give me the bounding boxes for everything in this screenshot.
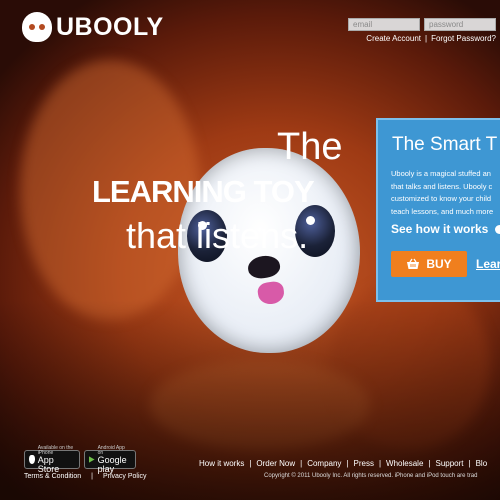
nav-separator: |	[346, 459, 349, 468]
tagline-line-3: that listens.	[126, 215, 309, 256]
play-store-icon	[89, 456, 95, 463]
apple-icon	[29, 455, 35, 464]
nav-separator: |	[249, 459, 252, 468]
google-play-label: Google play	[97, 454, 127, 474]
nav-separator: |	[300, 459, 303, 468]
brand-logo[interactable]: UBOOLY	[22, 12, 164, 42]
privacy-link[interactable]: Privacy Policy	[103, 473, 147, 480]
footer-nav-how-it-works[interactable]: How it works	[199, 459, 244, 468]
app-store-badge[interactable]: Available on the iPhone App Store	[24, 445, 80, 473]
footer-nav-company[interactable]: Company	[307, 459, 341, 468]
buy-button[interactable]: BUY	[391, 251, 467, 277]
see-how-it-works-label: See how it works	[391, 222, 489, 236]
google-play-badge[interactable]: Android App on Google play	[84, 445, 136, 473]
panel-description: Ubooly is a magical stuffed an that talk…	[391, 168, 500, 218]
nav-separator: |	[378, 459, 382, 468]
info-panel: The Smart T Ubooly is a magical stuffed …	[376, 118, 500, 302]
nav-separator: |	[468, 459, 471, 468]
panel-body-line: Ubooly is a magical stuffed an	[391, 169, 491, 178]
copyright-text: Copyright © 2011 Ubooly Inc. All rights …	[264, 473, 478, 479]
create-account-link[interactable]: Create Account	[366, 34, 421, 43]
brand-name: UBOOLY	[56, 12, 164, 41]
google-play-text: Android App on Google play	[97, 444, 131, 474]
footer-nav-support[interactable]: Support	[435, 459, 463, 468]
legal-separator: |	[91, 473, 93, 480]
app-store-caption: Available on the iPhone	[37, 444, 74, 456]
email-field[interactable]: email	[348, 18, 420, 31]
panel-body-line: customized to know your child	[391, 194, 492, 203]
basket-icon	[407, 258, 420, 269]
footer-nav-press[interactable]: Press	[354, 459, 374, 468]
account-links: Create Account | Forgot Password?	[366, 34, 496, 43]
footer-nav-order-now[interactable]: Order Now	[256, 459, 295, 468]
link-separator: |	[425, 34, 428, 43]
google-play-caption: Android App on	[97, 444, 125, 456]
panel-body-line: that talks and listens. Ubooly c	[391, 181, 493, 191]
footer-nav-blog[interactable]: Blo	[476, 459, 488, 468]
app-store-text: Available on the iPhone App Store	[37, 444, 75, 474]
panel-title: The Smart T	[392, 134, 498, 155]
footer-nav-wholesale[interactable]: Wholesale	[386, 459, 423, 468]
app-store-label: App Store	[37, 454, 60, 474]
nav-separator: |	[428, 459, 431, 468]
footer-legal-links: Terms & Condition | Privacy Policy	[24, 473, 147, 480]
buy-label: BUY	[426, 257, 452, 271]
see-how-it-works-link[interactable]: See how it works	[391, 222, 500, 236]
password-field[interactable]: password	[424, 18, 496, 31]
tagline-line-1: The	[277, 126, 343, 168]
play-icon	[494, 225, 500, 235]
footer-nav: How it works | Order Now | Company | Press | Who…	[199, 459, 487, 468]
forgot-password-link[interactable]: Forgot Password?	[431, 34, 496, 43]
monster-logo-icon	[22, 12, 52, 42]
terms-link[interactable]: Terms & Condition	[24, 473, 81, 480]
panel-body-line: teach lessons, and much more	[391, 206, 494, 216]
tagline-line-2: LEARNING TOY	[92, 174, 315, 209]
learn-more-link[interactable]: Learn	[476, 257, 500, 271]
